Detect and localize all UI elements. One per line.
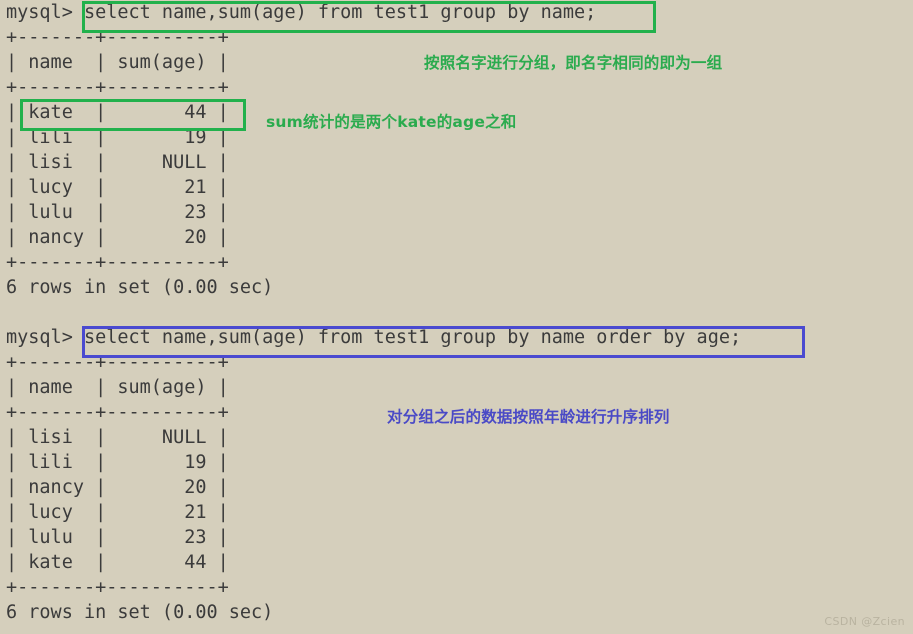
terminal-line-17: | lisi | NULL |: [6, 427, 229, 448]
terminal-line-15: | name | sum(age) |: [6, 377, 229, 398]
terminal-line-19: | nancy | 20 |: [6, 477, 229, 498]
watermark: CSDN @Zcien: [824, 615, 905, 628]
terminal-line-21: | lulu | 23 |: [6, 527, 229, 548]
terminal-output: mysql> select name,sum(age) from test1 g…: [0, 0, 913, 625]
terminal-screenshot: mysql> select name,sum(age) from test1 g…: [0, 0, 913, 634]
annotation-group-by-note: 按照名字进行分组，即名字相同的即为一组: [424, 54, 723, 72]
terminal-line-18: | lili | 19 |: [6, 452, 229, 473]
terminal-line-11: 6 rows in set (0.00 sec): [6, 277, 274, 298]
terminal-line-0: mysql> select name,sum(age) from test1 g…: [6, 2, 597, 23]
annotation-order-by-note: 对分组之后的数据按照年龄进行升序排列: [387, 408, 670, 426]
annotation-sum-note: sum统计的是两个kate的age之和: [266, 113, 517, 131]
terminal-line-8: | lulu | 23 |: [6, 202, 229, 223]
terminal-line-14: +-------+----------+: [6, 352, 229, 373]
terminal-line-22: | kate | 44 |: [6, 552, 229, 573]
terminal-line-3: +-------+----------+: [6, 77, 229, 98]
terminal-line-7: | lucy | 21 |: [6, 177, 229, 198]
terminal-line-12: [0, 300, 913, 325]
terminal-line-13: mysql> select name,sum(age) from test1 g…: [6, 327, 742, 348]
terminal-line-6: | lisi | NULL |: [6, 152, 229, 173]
terminal-line-23: +-------+----------+: [6, 577, 229, 598]
terminal-line-20: | lucy | 21 |: [6, 502, 229, 523]
terminal-line-9: | nancy | 20 |: [6, 227, 229, 248]
terminal-line-10: +-------+----------+: [6, 252, 229, 273]
terminal-line-24: 6 rows in set (0.00 sec): [6, 602, 274, 623]
terminal-line-1: +-------+----------+: [6, 27, 229, 48]
